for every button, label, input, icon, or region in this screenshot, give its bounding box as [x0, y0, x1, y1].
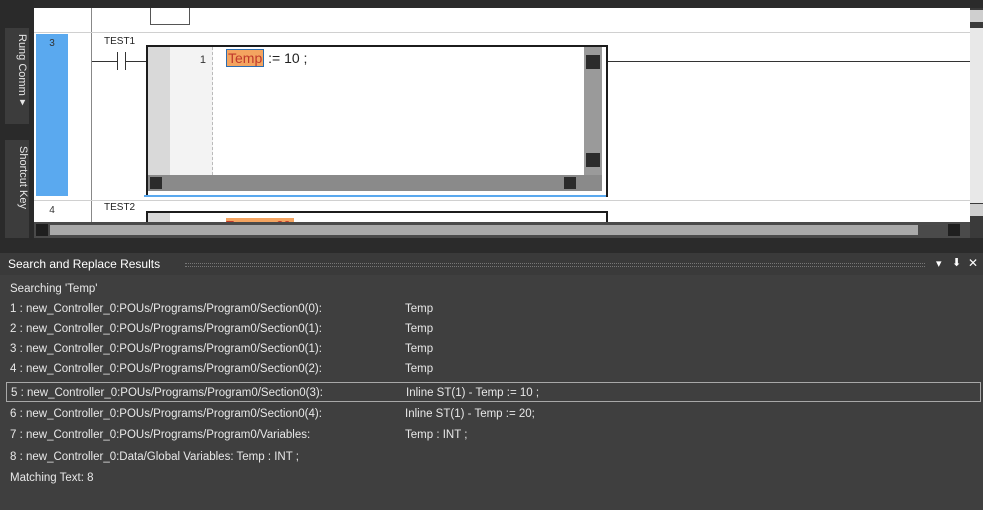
results-panel-header: Search and Replace Results ▾ ⬇ ✕ [0, 253, 983, 275]
scroll-left-button[interactable] [36, 224, 48, 236]
tab-shortcut-key[interactable]: Shortcut Key [5, 140, 29, 238]
st-vertical-scrollbar[interactable] [584, 47, 602, 175]
result-match: Temp : INT ; [405, 429, 468, 441]
result-item-4[interactable]: 4 : new_Controller_0:POUs/Programs/Progr… [10, 359, 433, 379]
line-number-column: 1 [170, 47, 213, 175]
inline-st-editor[interactable]: 1 Temp := 10 ; [146, 45, 608, 197]
result-item-8[interactable]: 8 : new_Controller_0:Data/Global Variabl… [10, 447, 299, 467]
st-code-line[interactable]: Temp := 10 ; [226, 49, 308, 67]
rung-separator [34, 32, 970, 33]
panel-title: Search and Replace Results [8, 257, 161, 271]
result-location: 4 : new_Controller_0:POUs/Programs/Progr… [10, 363, 322, 375]
scroll-right-button[interactable] [564, 177, 576, 189]
scroll-down-button[interactable] [970, 204, 983, 216]
result-match: Inline ST(1) - Temp := 10 ; [406, 387, 540, 399]
st-code-text: := 10 ; [268, 50, 308, 66]
matching-summary: Matching Text: 8 [10, 472, 94, 484]
side-tab-strip: Rung Comm▾ Shortcut Key [0, 0, 34, 240]
result-location: 1 : new_Controller_0:POUs/Programs/Progr… [10, 303, 322, 315]
result-location: 6 : new_Controller_0:POUs/Programs/Progr… [10, 408, 322, 420]
rung-wire [92, 61, 117, 62]
scroll-up-button[interactable] [586, 55, 600, 69]
dropdown-icon[interactable]: ▾ [936, 257, 942, 270]
ladder-editor[interactable]: 3 TEST1 1 Temp := 10 ; 4 TEST2 Temp := 2… [34, 8, 970, 238]
result-item-5-selected[interactable]: 5 : new_Controller_0:POUs/Programs/Progr… [6, 382, 981, 402]
result-location: 2 : new_Controller_0:POUs/Programs/Progr… [10, 323, 322, 335]
function-block[interactable] [150, 8, 190, 25]
result-item-6[interactable]: 6 : new_Controller_0:POUs/Programs/Progr… [10, 404, 535, 424]
search-status: Searching 'Temp' [10, 283, 98, 295]
title-grip [185, 263, 925, 267]
scroll-thumb[interactable] [50, 225, 918, 235]
scroll-thumb[interactable] [970, 28, 983, 203]
left-power-rail [91, 8, 92, 238]
result-item-2[interactable]: 2 : new_Controller_0:POUs/Programs/Progr… [10, 319, 433, 339]
search-highlight: Temp [226, 49, 265, 67]
rung-number: 3 [49, 38, 55, 49]
rung-wire [125, 61, 147, 62]
scroll-right-button[interactable] [948, 224, 960, 236]
result-item-7[interactable]: 7 : new_Controller_0:POUs/Programs/Progr… [10, 425, 467, 445]
close-icon[interactable]: ✕ [968, 256, 978, 270]
scroll-left-button[interactable] [150, 177, 162, 189]
scroll-down-button[interactable] [586, 153, 600, 167]
rung-wire [604, 61, 970, 62]
result-item-1[interactable]: 1 : new_Controller_0:POUs/Programs/Progr… [10, 299, 433, 319]
pin-icon[interactable]: ⬇ [952, 256, 961, 269]
selection-underline [144, 195, 606, 197]
result-match: Temp [405, 343, 434, 355]
editor-gutter [148, 47, 170, 175]
st-horizontal-scrollbar[interactable] [148, 175, 602, 191]
contact-variable-name: TEST2 [104, 202, 136, 213]
contact-variable-name: TEST1 [104, 36, 136, 47]
line-number: 1 [199, 54, 206, 66]
rung-separator [34, 200, 970, 201]
rung-selected-marker[interactable] [36, 34, 68, 196]
editor-horizontal-scrollbar[interactable] [34, 222, 970, 238]
result-location: 3 : new_Controller_0:POUs/Programs/Progr… [10, 343, 322, 355]
result-item-3[interactable]: 3 : new_Controller_0:POUs/Programs/Progr… [10, 339, 433, 359]
result-match: Temp [405, 363, 434, 375]
result-location: 5 : new_Controller_0:POUs/Programs/Progr… [11, 387, 323, 399]
tab-rung-comment[interactable]: Rung Comm▾ [5, 28, 29, 124]
result-match: Inline ST(1) - Temp := 20; [405, 408, 535, 420]
result-match: Temp [405, 303, 434, 315]
results-list[interactable]: Searching 'Temp' 1 : new_Controller_0:PO… [0, 275, 983, 510]
result-location: 7 : new_Controller_0:POUs/Programs/Progr… [10, 429, 311, 441]
result-match: Temp [405, 323, 434, 335]
contact-icon[interactable] [117, 52, 118, 70]
scroll-up-button[interactable] [970, 10, 983, 22]
rung-number: 4 [49, 205, 55, 216]
editor-vertical-scrollbar[interactable] [970, 8, 983, 238]
